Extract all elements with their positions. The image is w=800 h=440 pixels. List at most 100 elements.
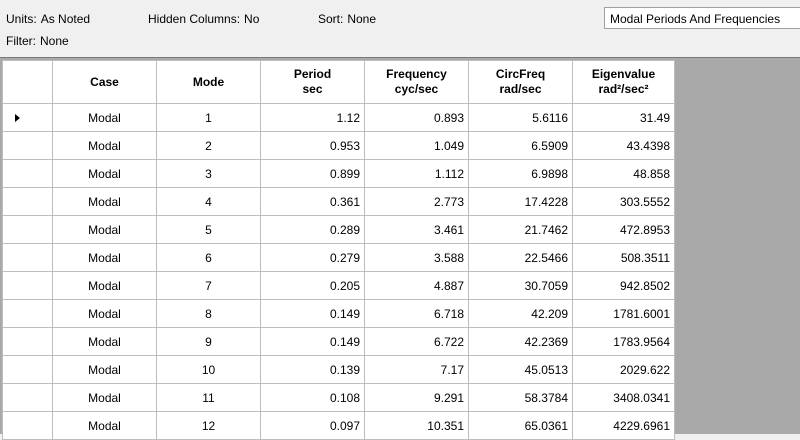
cell-period[interactable]: 0.289 xyxy=(260,215,365,244)
table-row[interactable]: Modal 7 0.205 4.887 30.7059 942.8502 xyxy=(2,271,675,300)
cell-circfreq[interactable]: 22.5466 xyxy=(468,243,573,272)
table-row[interactable]: Modal 11 0.108 9.291 58.3784 3408.0341 xyxy=(2,383,675,412)
table-name-select[interactable]: Modal Periods And Frequencies xyxy=(604,7,800,29)
cell-eigenvalue[interactable]: 4229.6961 xyxy=(572,411,675,440)
cell-period[interactable]: 0.205 xyxy=(260,271,365,300)
cell-mode[interactable]: 5 xyxy=(156,215,261,244)
column-header-mode[interactable]: Mode xyxy=(156,60,261,104)
cell-case[interactable]: Modal xyxy=(52,131,157,160)
table-row[interactable]: Modal 12 0.097 10.351 65.0361 4229.6961 xyxy=(2,411,675,440)
cell-eigenvalue[interactable]: 43.4398 xyxy=(572,131,675,160)
table-row[interactable]: Modal 4 0.361 2.773 17.4228 303.5552 xyxy=(2,187,675,216)
cell-circfreq[interactable]: 42.2369 xyxy=(468,327,573,356)
row-selector[interactable] xyxy=(2,327,53,356)
cell-mode[interactable]: 3 xyxy=(156,159,261,188)
cell-case[interactable]: Modal xyxy=(52,411,157,440)
cell-mode[interactable]: 2 xyxy=(156,131,261,160)
cell-eigenvalue[interactable]: 31.49 xyxy=(572,103,675,132)
cell-circfreq[interactable]: 17.4228 xyxy=(468,187,573,216)
cell-case[interactable]: Modal xyxy=(52,243,157,272)
cell-period[interactable]: 0.899 xyxy=(260,159,365,188)
cell-eigenvalue[interactable]: 303.5552 xyxy=(572,187,675,216)
cell-case[interactable]: Modal xyxy=(52,103,157,132)
cell-period[interactable]: 0.149 xyxy=(260,299,365,328)
cell-period[interactable]: 0.139 xyxy=(260,355,365,384)
row-selector[interactable] xyxy=(2,159,53,188)
row-selector[interactable] xyxy=(2,187,53,216)
cell-mode[interactable]: 11 xyxy=(156,383,261,412)
cell-case[interactable]: Modal xyxy=(52,187,157,216)
table-row[interactable]: Modal 5 0.289 3.461 21.7462 472.8953 xyxy=(2,215,675,244)
cell-circfreq[interactable]: 6.5909 xyxy=(468,131,573,160)
column-header-frequency[interactable]: Frequency cyc/sec xyxy=(364,60,469,104)
cell-circfreq[interactable]: 42.209 xyxy=(468,299,573,328)
row-selector[interactable] xyxy=(2,299,53,328)
column-header-circfreq[interactable]: CircFreq rad/sec xyxy=(468,60,573,104)
cell-eigenvalue[interactable]: 1781.6001 xyxy=(572,299,675,328)
cell-mode[interactable]: 4 xyxy=(156,187,261,216)
cell-mode[interactable]: 9 xyxy=(156,327,261,356)
cell-period[interactable]: 1.12 xyxy=(260,103,365,132)
cell-period[interactable]: 0.108 xyxy=(260,383,365,412)
cell-period[interactable]: 0.361 xyxy=(260,187,365,216)
row-selector[interactable] xyxy=(2,355,53,384)
cell-period[interactable]: 0.279 xyxy=(260,243,365,272)
cell-mode[interactable]: 8 xyxy=(156,299,261,328)
cell-circfreq[interactable]: 6.9898 xyxy=(468,159,573,188)
cell-eigenvalue[interactable]: 472.8953 xyxy=(572,215,675,244)
row-selector[interactable] xyxy=(2,383,53,412)
column-header-case[interactable]: Case xyxy=(52,60,157,104)
row-selector[interactable] xyxy=(2,131,53,160)
column-header-period[interactable]: Period sec xyxy=(260,60,365,104)
cell-frequency[interactable]: 6.722 xyxy=(364,327,469,356)
cell-frequency[interactable]: 0.893 xyxy=(364,103,469,132)
cell-frequency[interactable]: 3.588 xyxy=(364,243,469,272)
cell-frequency[interactable]: 10.351 xyxy=(364,411,469,440)
cell-eigenvalue[interactable]: 1783.9564 xyxy=(572,327,675,356)
row-selector[interactable] xyxy=(2,243,53,272)
cell-period[interactable]: 0.953 xyxy=(260,131,365,160)
cell-circfreq[interactable]: 45.0513 xyxy=(468,355,573,384)
cell-eigenvalue[interactable]: 3408.0341 xyxy=(572,383,675,412)
cell-circfreq[interactable]: 21.7462 xyxy=(468,215,573,244)
cell-eigenvalue[interactable]: 2029.622 xyxy=(572,355,675,384)
table-row[interactable]: Modal 2 0.953 1.049 6.5909 43.4398 xyxy=(2,131,675,160)
cell-frequency[interactable]: 3.461 xyxy=(364,215,469,244)
cell-case[interactable]: Modal xyxy=(52,383,157,412)
cell-frequency[interactable]: 7.17 xyxy=(364,355,469,384)
cell-period[interactable]: 0.149 xyxy=(260,327,365,356)
cell-frequency[interactable]: 6.718 xyxy=(364,299,469,328)
cell-mode[interactable]: 7 xyxy=(156,271,261,300)
cell-eigenvalue[interactable]: 942.8502 xyxy=(572,271,675,300)
cell-case[interactable]: Modal xyxy=(52,355,157,384)
cell-case[interactable]: Modal xyxy=(52,327,157,356)
cell-case[interactable]: Modal xyxy=(52,159,157,188)
cell-eigenvalue[interactable]: 508.3511 xyxy=(572,243,675,272)
cell-period[interactable]: 0.097 xyxy=(260,411,365,440)
row-selector[interactable] xyxy=(2,215,53,244)
cell-case[interactable]: Modal xyxy=(52,271,157,300)
cell-frequency[interactable]: 1.112 xyxy=(364,159,469,188)
cell-mode[interactable]: 12 xyxy=(156,411,261,440)
cell-frequency[interactable]: 4.887 xyxy=(364,271,469,300)
cell-frequency[interactable]: 2.773 xyxy=(364,187,469,216)
cell-frequency[interactable]: 9.291 xyxy=(364,383,469,412)
cell-mode[interactable]: 6 xyxy=(156,243,261,272)
cell-mode[interactable]: 1 xyxy=(156,103,261,132)
cell-mode[interactable]: 10 xyxy=(156,355,261,384)
table-row[interactable]: Modal 9 0.149 6.722 42.2369 1783.9564 xyxy=(2,327,675,356)
table-row[interactable]: Modal 3 0.899 1.112 6.9898 48.858 xyxy=(2,159,675,188)
cell-circfreq[interactable]: 65.0361 xyxy=(468,411,573,440)
table-row[interactable]: Modal 6 0.279 3.588 22.5466 508.3511 xyxy=(2,243,675,272)
row-selector[interactable] xyxy=(2,103,53,132)
row-selector[interactable] xyxy=(2,271,53,300)
cell-circfreq[interactable]: 58.3784 xyxy=(468,383,573,412)
table-row[interactable]: Modal 8 0.149 6.718 42.209 1781.6001 xyxy=(2,299,675,328)
row-selector[interactable] xyxy=(2,411,53,440)
cell-circfreq[interactable]: 5.6116 xyxy=(468,103,573,132)
column-header-eigenvalue[interactable]: Eigenvalue rad²/sec² xyxy=(572,60,675,104)
cell-case[interactable]: Modal xyxy=(52,215,157,244)
table-row[interactable]: Modal 1 1.12 0.893 5.6116 31.49 xyxy=(2,103,675,132)
table-row[interactable]: Modal 10 0.139 7.17 45.0513 2029.622 xyxy=(2,355,675,384)
cell-frequency[interactable]: 1.049 xyxy=(364,131,469,160)
